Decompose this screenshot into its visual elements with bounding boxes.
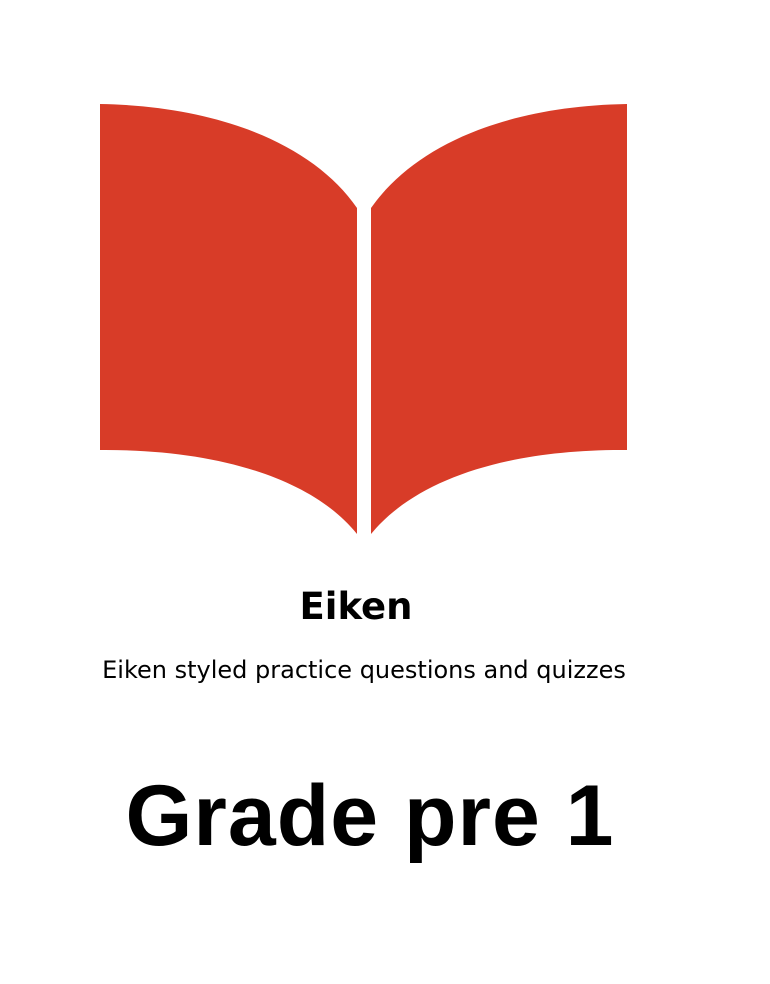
book-left-page xyxy=(100,104,357,534)
page-subtitle: Eiken styled practice questions and quiz… xyxy=(102,656,626,684)
open-book-icon xyxy=(100,104,627,534)
book-right-page xyxy=(371,104,627,534)
page-title: Eiken xyxy=(299,585,413,628)
grade-heading: Grade pre 1 xyxy=(125,768,615,864)
cover-page: Eiken Eiken styled practice questions an… xyxy=(0,0,770,984)
